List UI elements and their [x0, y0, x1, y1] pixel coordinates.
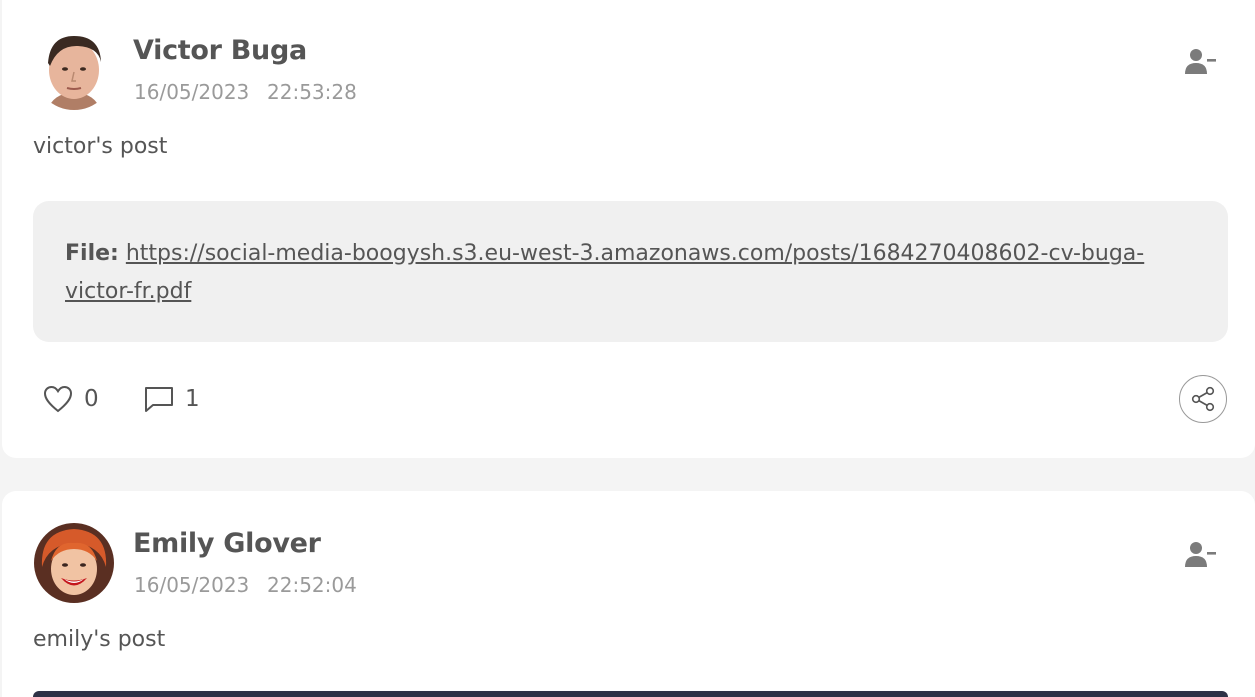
unfollow-button[interactable] — [1185, 48, 1217, 76]
avatar[interactable] — [34, 523, 114, 603]
post-media[interactable] — [33, 691, 1228, 697]
post-date: 16/05/2023 — [134, 80, 250, 104]
avatar-image-icon — [34, 523, 114, 603]
author-name[interactable]: Victor Buga — [133, 35, 307, 66]
post-feed: Victor Buga 16/05/2023 22:53:28 victor's… — [0, 0, 1255, 697]
like-count: 0 — [84, 386, 99, 412]
post-time: 22:52:04 — [267, 573, 357, 597]
share-nodes-icon — [1191, 386, 1215, 412]
post-card: Emily Glover 16/05/2023 22:52:04 emily's… — [2, 491, 1255, 697]
unfollow-button[interactable] — [1185, 541, 1217, 569]
post-card: Victor Buga 16/05/2023 22:53:28 victor's… — [2, 0, 1255, 458]
file-attachment: File: https://social-media-boogysh.s3.eu… — [33, 201, 1228, 342]
comment-button[interactable]: 1 — [143, 381, 200, 417]
share-button[interactable] — [1179, 375, 1227, 423]
avatar[interactable] — [34, 30, 114, 110]
avatar-image-icon — [34, 30, 114, 110]
post-header: Emily Glover 16/05/2023 22:52:04 — [2, 523, 1255, 613]
post-header: Victor Buga 16/05/2023 22:53:28 — [2, 30, 1255, 120]
post-time: 22:53:28 — [267, 80, 357, 104]
post-date: 16/05/2023 — [134, 573, 250, 597]
file-line: File: https://social-media-boogysh.s3.eu… — [65, 235, 1205, 311]
like-button[interactable]: 0 — [42, 381, 99, 417]
comment-count: 1 — [185, 386, 200, 412]
user-minus-icon — [1185, 49, 1216, 74]
post-text: emily's post — [33, 627, 166, 652]
file-link[interactable]: https://social-media-boogysh.s3.eu-west-… — [65, 241, 1144, 304]
speech-bubble-icon — [145, 387, 173, 412]
heart-outline-icon — [43, 385, 73, 413]
post-text: victor's post — [33, 134, 168, 159]
file-label: File: — [65, 241, 119, 266]
author-name[interactable]: Emily Glover — [133, 528, 321, 559]
user-minus-icon — [1185, 542, 1216, 567]
